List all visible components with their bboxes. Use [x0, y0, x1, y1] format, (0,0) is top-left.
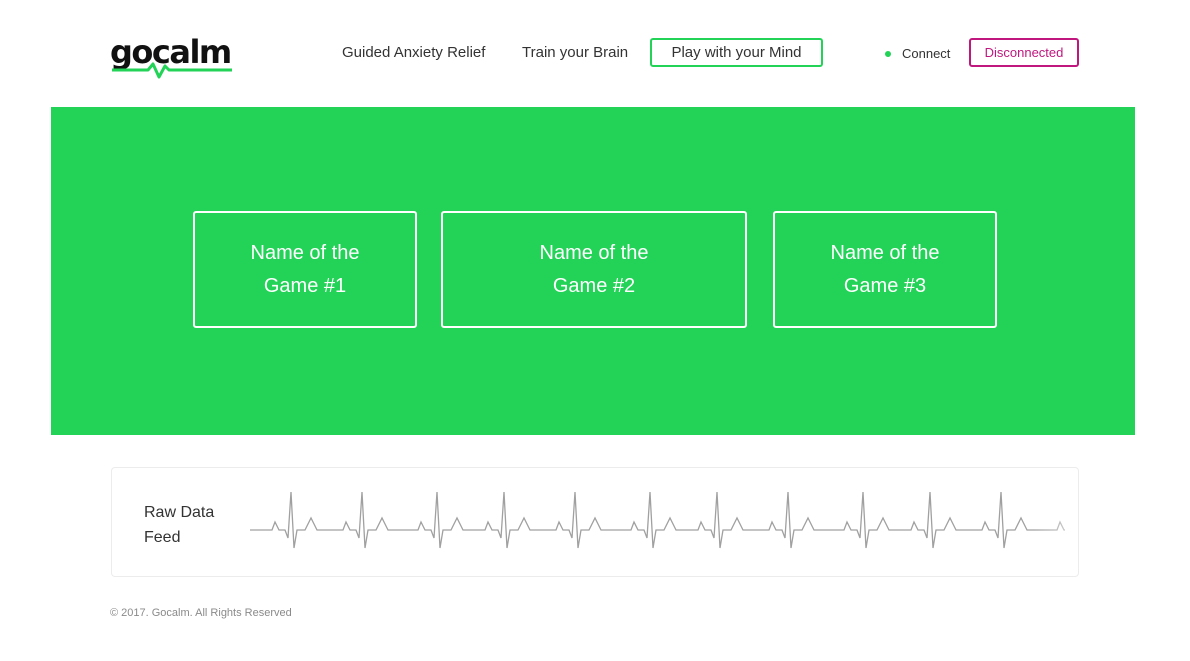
game-card-label: Name of the Game #1 [250, 241, 360, 297]
nav-guided-anxiety-relief[interactable]: Guided Anxiety Relief [342, 43, 485, 63]
footer-copyright: © 2017. Gocalm. All Rights Reserved [110, 607, 292, 619]
heartbeat-logo-icon [112, 62, 232, 79]
ecg-waveform [250, 491, 1065, 549]
nav-play-with-your-mind[interactable]: Play with your Mind [650, 38, 823, 67]
raw-data-feed-panel: Raw Data Feed [111, 467, 1079, 577]
ecg-waveform-line [250, 491, 1065, 549]
status-dot-icon [885, 51, 891, 57]
nav-train-your-brain[interactable]: Train your Brain [522, 43, 628, 63]
games-hero: Name of the Game #1 Name of the Game #2 … [51, 107, 1135, 435]
raw-data-feed-label: Raw Data Feed [144, 504, 215, 546]
game-card-label: Name of the Game #2 [539, 241, 649, 297]
connect-link[interactable]: Connect [902, 46, 950, 62]
game-card-3[interactable]: Name of the Game #3 [773, 211, 997, 328]
game-card-label: Name of the Game #3 [830, 241, 940, 297]
disconnect-button[interactable]: Disconnected [969, 38, 1079, 67]
logo[interactable]: gocalm [110, 32, 235, 80]
game-card-1[interactable]: Name of the Game #1 [193, 211, 417, 328]
game-card-2[interactable]: Name of the Game #2 [441, 211, 747, 328]
